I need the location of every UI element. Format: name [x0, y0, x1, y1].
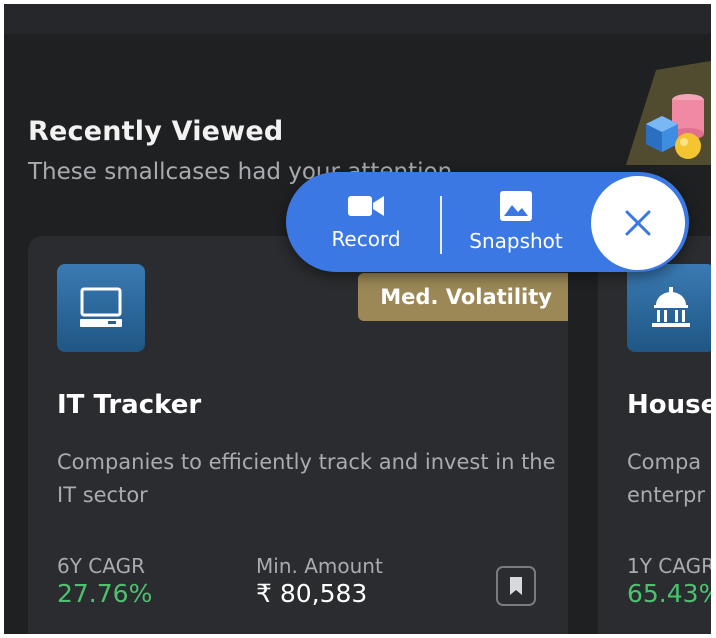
snapshot-button[interactable]: Snapshot	[456, 172, 576, 272]
close-button[interactable]	[591, 176, 685, 270]
toolbar-divider	[440, 196, 442, 254]
close-icon	[625, 210, 651, 236]
section-title: Recently Viewed	[28, 116, 284, 147]
cagr-label: 6Y CAGR	[57, 554, 145, 578]
volatility-badge: Med. Volatility	[358, 273, 568, 321]
card-title: House	[627, 390, 711, 420]
min-amount-label: Min. Amount	[256, 554, 383, 578]
record-label: Record	[331, 227, 401, 251]
snapshot-label: Snapshot	[469, 229, 563, 253]
image-icon	[500, 191, 532, 221]
record-button[interactable]: Record	[316, 172, 416, 272]
card-title: IT Tracker	[57, 390, 202, 420]
computer-icon	[57, 264, 145, 352]
video-camera-icon	[348, 196, 384, 216]
cagr-label: 1Y CAGR	[627, 554, 711, 578]
card-description: Companies to efficiently track and inves…	[57, 450, 556, 507]
shapes-illustration-icon	[626, 60, 711, 165]
cagr-value: 27.76%	[57, 579, 153, 608]
bookmark-button[interactable]	[496, 566, 536, 606]
bank-building-icon	[627, 264, 711, 352]
min-amount-value: ₹ 80,583	[256, 579, 368, 608]
smallcase-card-it-tracker[interactable]: Med. Volatility IT Tracker Companies to …	[28, 236, 568, 634]
app-screen: Recently Viewed These smallcases had you…	[4, 4, 711, 634]
card-description: Compa enterpr	[627, 450, 705, 507]
top-bar	[4, 4, 711, 34]
smallcase-card-house[interactable]: House Compa enterpr 1Y CAGR 65.43%	[598, 236, 711, 634]
bookmark-icon	[510, 577, 522, 595]
screen-recorder-toolbar: Record Snapshot	[286, 172, 689, 272]
cagr-value: 65.43%	[627, 579, 711, 608]
